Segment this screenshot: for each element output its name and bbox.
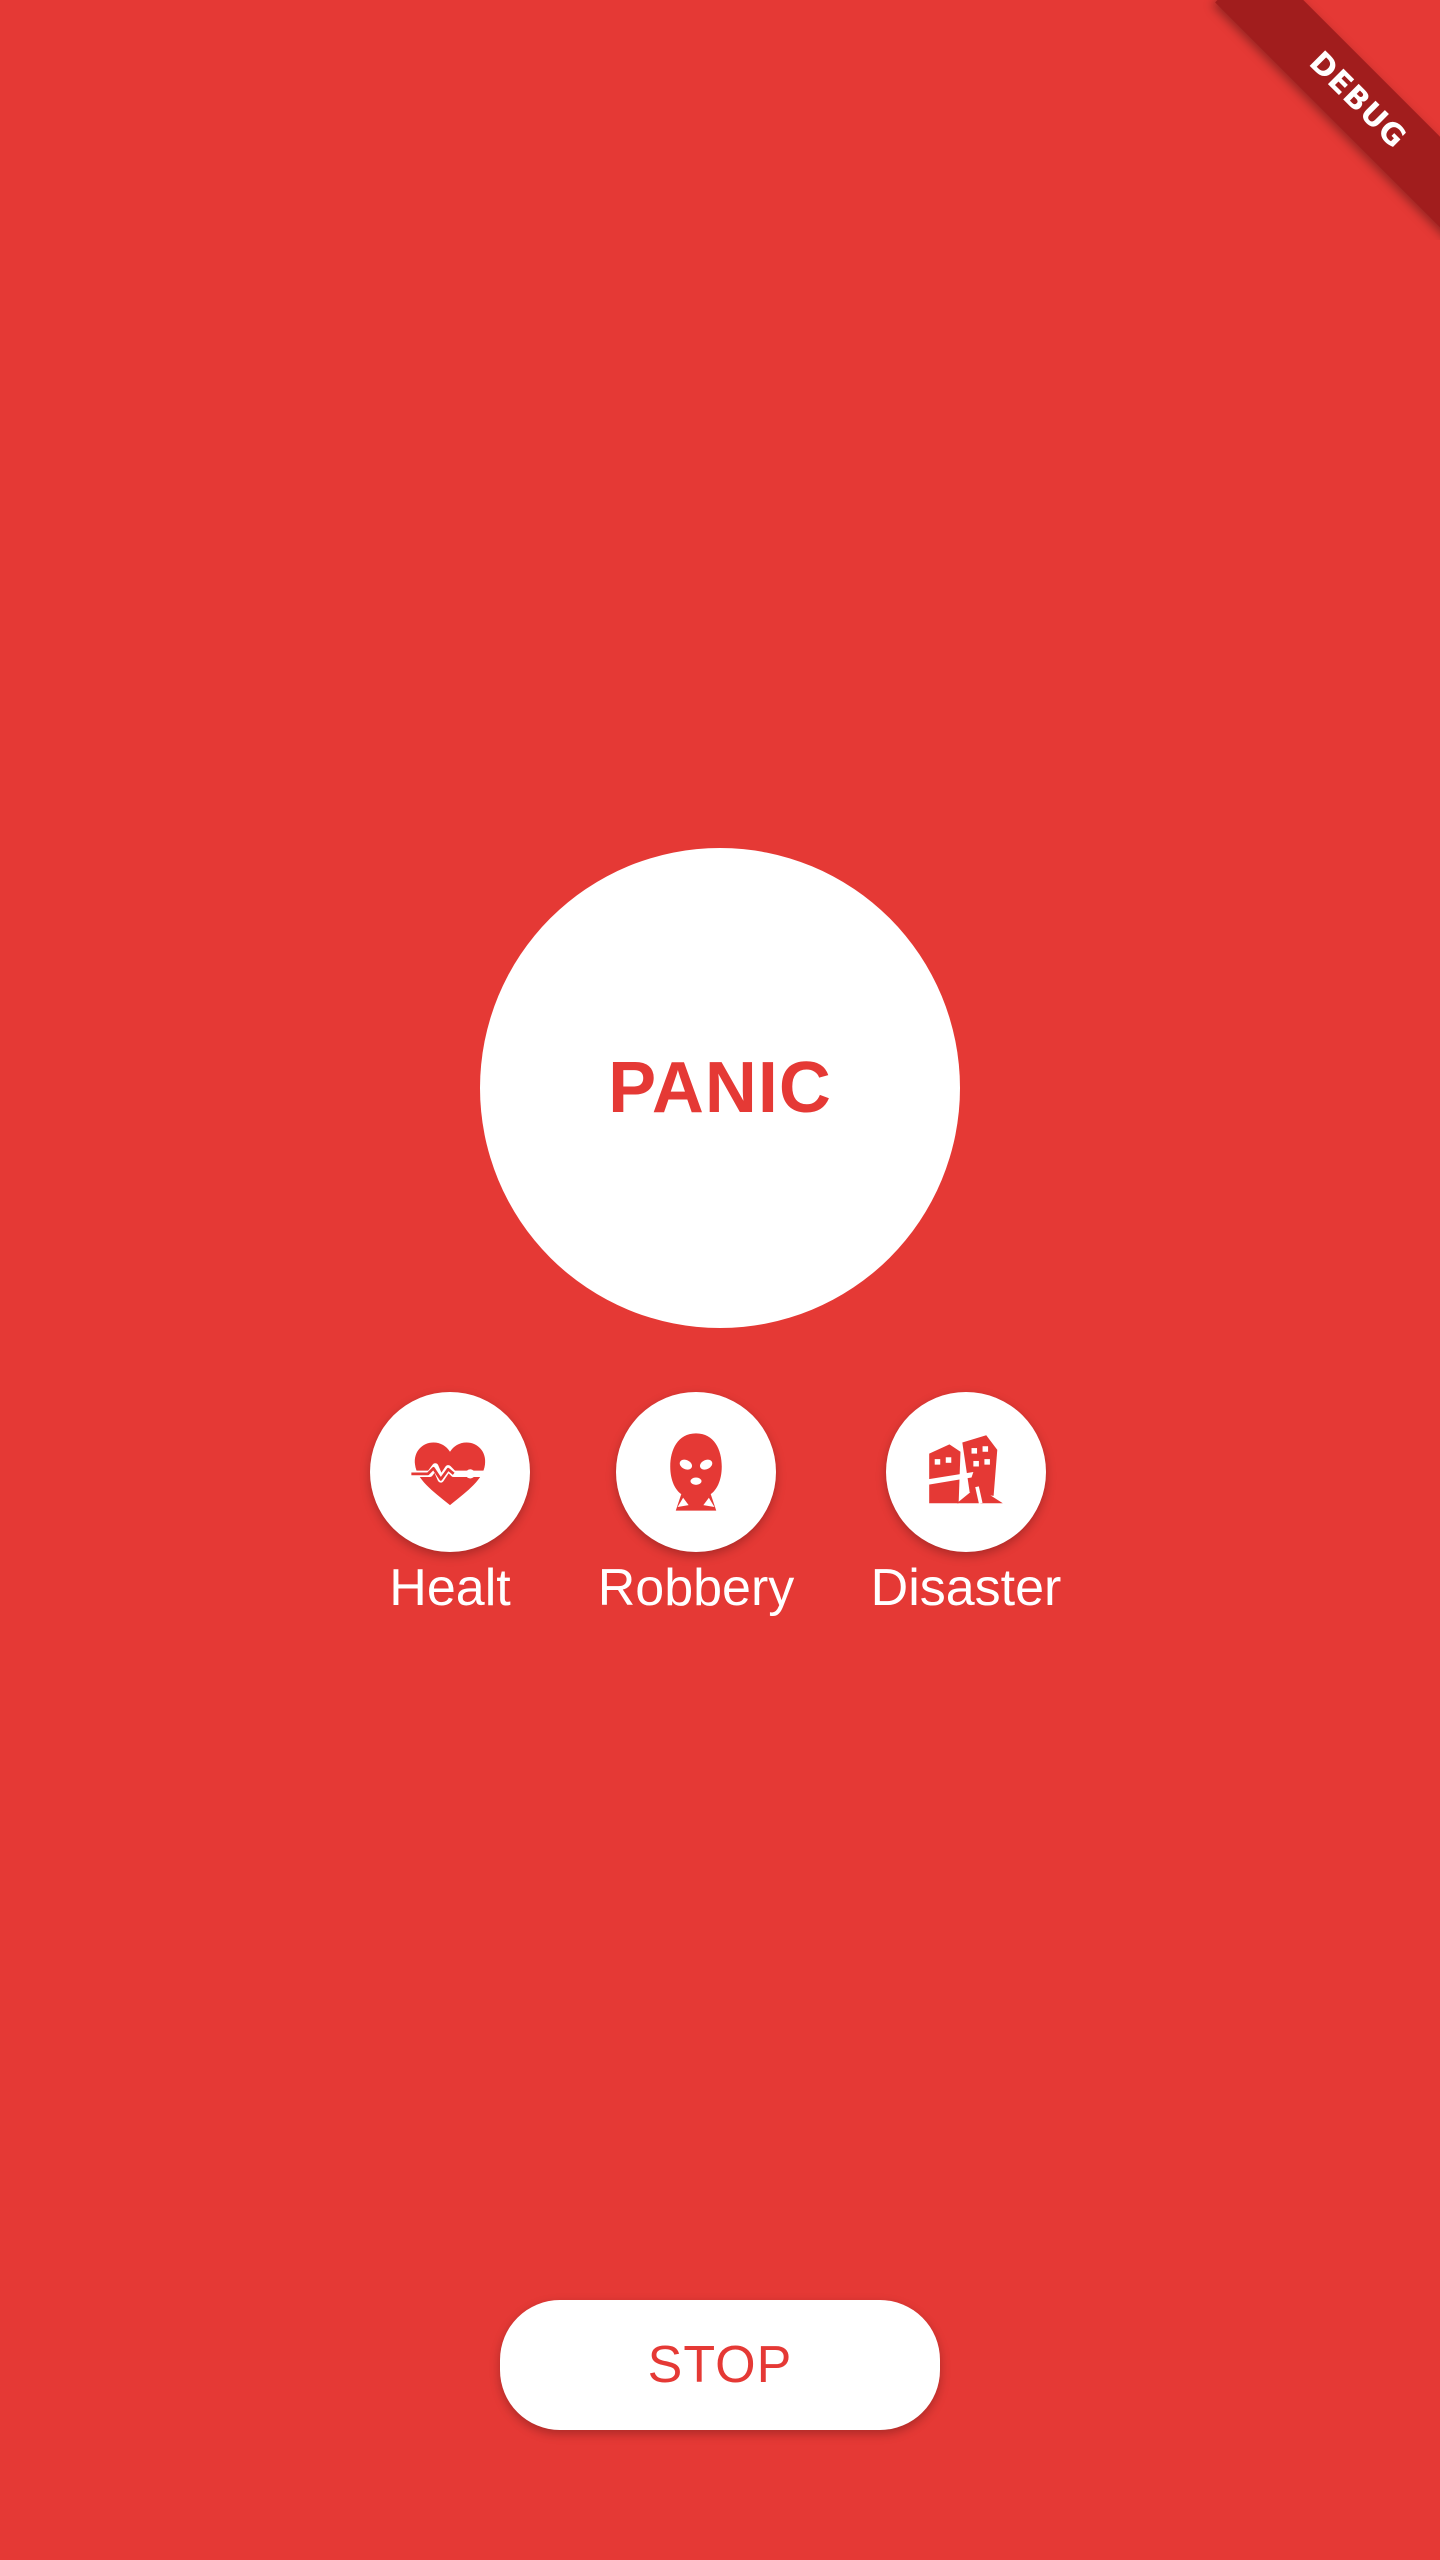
heart-pulse-icon [409,1442,491,1506]
category-disaster-button[interactable] [886,1392,1046,1552]
category-health-button[interactable] [370,1392,530,1552]
robber-mask-icon [670,1433,722,1511]
panic-button[interactable]: PANIC [480,848,960,1328]
collapsed-buildings-icon [927,1435,1003,1504]
debug-banner-label: DEBUG [1215,0,1440,240]
stop-button[interactable]: STOP [500,2300,940,2430]
category-robbery-button[interactable] [616,1392,776,1552]
category-robbery-label: Robbery [597,1559,795,1617]
category-health[interactable]: Healt [330,1392,570,1620]
category-health-label: Healt [389,1559,511,1617]
category-robbery[interactable]: Robbery [576,1392,816,1620]
panic-button-label: PANIC [608,1048,832,1128]
debug-banner: DEBUG [1200,0,1440,240]
category-disaster[interactable]: Disaster [846,1392,1086,1620]
stop-button-label: STOP [647,2336,793,2394]
category-disaster-label: Disaster [870,1559,1062,1617]
